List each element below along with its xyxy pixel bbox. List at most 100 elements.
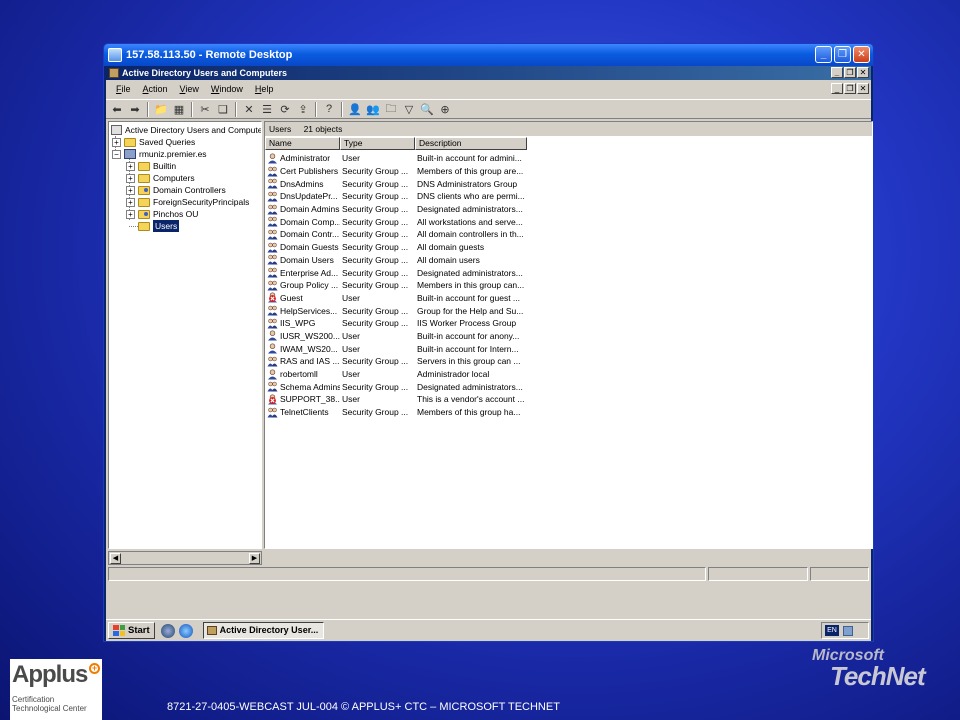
find-icon[interactable]: 🔍 (419, 101, 435, 117)
filter-icon[interactable]: ▽ (401, 101, 417, 117)
menu-file[interactable]: File (110, 81, 137, 97)
tree-label: Computers (153, 173, 195, 183)
expand-icon[interactable]: + (126, 197, 135, 207)
restore-button[interactable]: ❐ (834, 46, 851, 63)
list-item[interactable]: Enterprise Ad... Security Group ... Design… (265, 266, 527, 279)
expand-icon[interactable]: + (126, 185, 135, 195)
mmc-title: Active Directory Users and Computers (122, 68, 288, 78)
tree-item-root[interactable]: Active Directory Users and Computers (111, 124, 261, 136)
start-button[interactable]: Start (108, 622, 155, 639)
delete-icon[interactable]: ✕ (241, 101, 257, 117)
list-item[interactable]: SUPPORT_38... User This is a vendor's acco… (265, 393, 527, 406)
refresh-icon[interactable]: ⟳ (277, 101, 293, 117)
list-item-name-text: Guest (280, 292, 303, 303)
list-item[interactable]: RAS and IAS ... Security Group ... Servers… (265, 355, 527, 368)
tree-item-saved-queries[interactable]: + Saved Queries (112, 136, 195, 148)
menu-window[interactable]: Window (205, 81, 249, 97)
list-item[interactable]: Domain Comp... Security Group ... All work… (265, 215, 527, 228)
new-group-icon[interactable]: 👥 (365, 101, 381, 117)
menu-action[interactable]: Action (137, 81, 174, 97)
list-item[interactable]: Group Policy ... Security Group ... Member… (265, 279, 527, 292)
expand-icon[interactable]: + (126, 173, 135, 183)
collapse-icon[interactable]: − (112, 149, 121, 159)
list-item[interactable]: Cert Publishers Security Group ... Members… (265, 165, 527, 178)
menu-help[interactable]: Help (249, 81, 280, 97)
add-to-group-icon[interactable]: ⊕ (437, 101, 453, 117)
tree-item-users[interactable]: Users (138, 220, 180, 232)
new-user-icon[interactable]: 👤 (347, 101, 363, 117)
tree-item-pinchos-ou[interactable]: + Pinchos OU (126, 208, 198, 220)
mmc-minimize-button[interactable]: _ (831, 67, 843, 78)
new-ou-icon[interactable]: 🗀 (383, 101, 399, 117)
list-item[interactable]: Domain Users Security Group ... All domain… (265, 254, 527, 267)
tree-item-domain-controllers[interactable]: + Domain Controllers (126, 184, 226, 196)
list-item-type: User (342, 292, 360, 303)
column-header-type[interactable]: Type (340, 137, 415, 150)
menu-view[interactable]: View (174, 81, 205, 97)
help-icon[interactable]: ? (321, 101, 337, 117)
network-icon[interactable] (843, 625, 853, 636)
expand-icon[interactable]: + (112, 137, 121, 147)
tree-item-computers[interactable]: + Computers (126, 172, 195, 184)
export-list-icon[interactable]: ⇪ (295, 101, 311, 117)
up-folder-icon[interactable]: 📁 (153, 101, 169, 117)
doc-restore-button[interactable]: ❐ (844, 83, 856, 94)
list-item[interactable]: IIS_WPG Security Group ... IIS Worker Proc… (265, 317, 527, 330)
list-item-name: IIS_WPG (265, 318, 340, 329)
list-item[interactable]: DnsAdmins Security Group ... DNS Administr… (265, 177, 527, 190)
list-item[interactable]: Domain Guests Security Group ... All domai… (265, 241, 527, 254)
list-item[interactable]: IWAM_WS20... User Built-in account for Int… (265, 342, 527, 355)
user-icon (267, 343, 278, 354)
scroll-left-icon[interactable]: ◀ (110, 553, 121, 564)
list-item[interactable]: Domain Admins Security Group ... Designate… (265, 203, 527, 216)
list-item[interactable]: IUSR_WS200... User Built-in account for an… (265, 330, 527, 343)
back-arrow-icon[interactable]: ⬅ (109, 101, 125, 117)
group-icon (267, 407, 278, 418)
internet-explorer-icon[interactable] (178, 623, 193, 638)
remote-desktop-titlebar[interactable]: 157.58.113.50 - Remote Desktop _ ❐ ✕ (104, 44, 873, 66)
list-item[interactable]: TelnetClients Security Group ... Members o… (265, 406, 527, 419)
cut-icon[interactable]: ✂ (197, 101, 213, 117)
expand-icon[interactable]: + (126, 209, 135, 219)
toolbar-separator (191, 101, 193, 117)
list-item[interactable]: Guest User Built-in account for guest ... (265, 292, 527, 305)
tree-item-builtin[interactable]: + Builtin (126, 160, 176, 172)
list-item-type: Security Group ... (342, 356, 409, 367)
quick-launch-desktop-icon[interactable] (160, 623, 175, 638)
remote-desktop-icon (108, 48, 122, 62)
doc-close-button[interactable]: ✕ (857, 83, 869, 94)
list-item[interactable]: Administrator User Built-in account for ad… (265, 152, 527, 165)
close-button[interactable]: ✕ (853, 46, 870, 63)
column-header-name[interactable]: Name (265, 137, 340, 150)
tree-horizontal-scrollbar[interactable]: ◀ ▶ (108, 551, 262, 565)
list-item-description: Designated administrators... (417, 381, 523, 392)
show-tree-icon[interactable]: ▦ (171, 101, 187, 117)
list-item[interactable]: robertomll User Administrador local (265, 368, 527, 381)
list-item[interactable]: Domain Contr... Security Group ... All dom… (265, 228, 527, 241)
tree-label: Builtin (153, 161, 177, 171)
forward-arrow-icon[interactable]: ➡ (127, 101, 143, 117)
list-item-description: Built-in account for Intern... (417, 343, 519, 354)
taskbar-button-active-directory[interactable]: Active Directory User... (202, 622, 324, 639)
tree-item-domain[interactable]: − rmuniz.premier.es (112, 148, 207, 160)
minimize-button[interactable]: _ (815, 46, 832, 63)
console-tree[interactable]: Active Directory Users and Computers + S… (108, 121, 262, 549)
scroll-right-icon[interactable]: ▶ (249, 553, 260, 564)
expand-icon[interactable]: + (126, 161, 135, 171)
mmc-close-button[interactable]: ✕ (857, 67, 869, 78)
mmc-titlebar[interactable]: Active Directory Users and Computers _ ❐… (106, 66, 871, 80)
list-item[interactable]: Schema Admins Security Group ... Designate… (265, 380, 527, 393)
list-item[interactable]: HelpServices... Security Group ... Group f… (265, 304, 527, 317)
copy-icon[interactable]: ❏ (215, 101, 231, 117)
tree-item-foreign-security-principals[interactable]: + ForeignSecurityPrincipals (126, 196, 249, 208)
list-item-description: Designated administrators... (417, 267, 523, 278)
mmc-restore-button[interactable]: ❐ (844, 67, 856, 78)
list-item[interactable]: DnsUpdatePr... Security Group ... DNS clie… (265, 190, 527, 203)
details-pane[interactable]: Users 21 objects Name Type Description A… (264, 121, 873, 549)
properties-icon[interactable]: ☰ (259, 101, 275, 117)
language-indicator[interactable]: EN (825, 625, 839, 636)
column-header-description[interactable]: Description (415, 137, 527, 150)
doc-minimize-button[interactable]: _ (831, 83, 843, 94)
list-item-description: Members of this group are... (417, 166, 524, 177)
taskbar: Start Active Directory User... EN (106, 619, 871, 641)
